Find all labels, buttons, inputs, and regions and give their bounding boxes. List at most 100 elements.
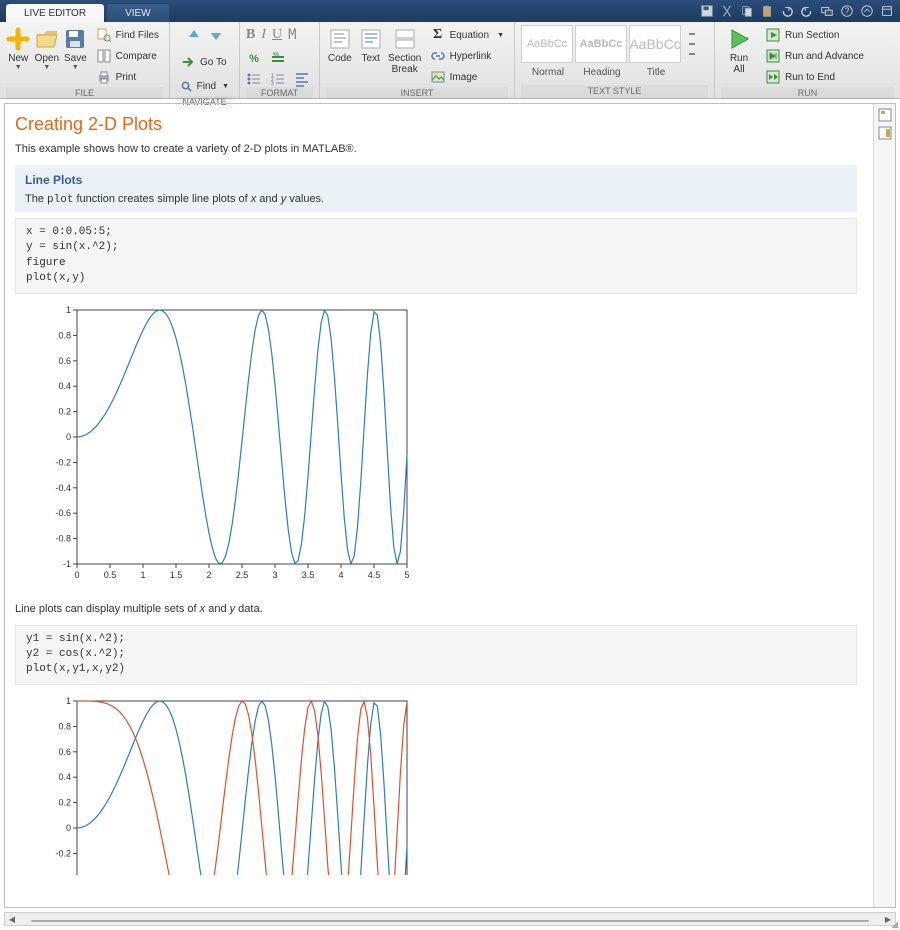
new-button[interactable]: New▼ [6, 25, 31, 71]
tab-live-editor[interactable]: LIVE EDITOR [6, 4, 104, 22]
section-divider-icon[interactable]: % [270, 51, 286, 67]
qat-undock-icon[interactable] [878, 2, 896, 20]
insert-image-button[interactable]: Image [426, 67, 508, 87]
insert-text-button[interactable]: Text [358, 25, 384, 64]
italic-icon[interactable]: I [261, 27, 266, 43]
style-gallery-more-button[interactable] [685, 25, 699, 63]
ribbon-toolbar: New▼ Open▼ Save▼ Find Files Compare Prin… [0, 22, 900, 99]
svg-text:?: ? [845, 7, 850, 16]
intro-paragraph: This example shows how to create a varie… [15, 143, 857, 155]
open-folder-icon [35, 27, 59, 51]
section-title: Line Plots [25, 173, 847, 187]
qat-copy-icon[interactable] [738, 2, 756, 20]
svg-text:0: 0 [74, 570, 79, 580]
bold-icon[interactable]: B [246, 27, 255, 43]
qat-paste-icon[interactable] [758, 2, 776, 20]
chart-1: 00.511.522.533.544.55-1-0.8-0.6-0.4-0.20… [43, 304, 857, 587]
style-label-heading: Heading [575, 67, 629, 78]
svg-text:4: 4 [338, 570, 343, 580]
svg-text:2: 2 [206, 570, 211, 580]
svg-text:%: % [273, 52, 279, 59]
style-heading-swatch[interactable]: AaBbCc [575, 25, 627, 63]
document-scroll-area[interactable]: Creating 2-D Plots This example shows ho… [5, 104, 873, 907]
goto-arrow-icon [180, 54, 196, 70]
run-section-button[interactable]: Run Section [761, 25, 868, 45]
run-play-icon [727, 27, 751, 51]
resize-grip-icon[interactable]: ◢ [891, 919, 898, 930]
output-inline-icon[interactable] [878, 108, 892, 122]
section-line-plots: Line Plots The plot function creates sim… [15, 165, 857, 212]
ribbon-group-run: Run All Run Section Run and Advance Run … [715, 22, 900, 98]
insert-hyperlink-button[interactable]: Hyperlink [426, 46, 508, 66]
ribbon-group-file: New▼ Open▼ Save▼ Find Files Compare Prin… [0, 22, 170, 98]
svg-text:2.5: 2.5 [236, 570, 249, 580]
hscroll-thumb[interactable] [31, 920, 869, 922]
ribbon-group-navigate: Go To Find ▼ NAVIGATE [170, 22, 240, 98]
hyperlink-icon [430, 48, 446, 64]
open-button[interactable]: Open▼ [35, 25, 60, 71]
style-normal-swatch[interactable]: AaBbCc [521, 25, 573, 63]
run-advance-icon [765, 48, 781, 64]
print-button[interactable]: Print [92, 67, 163, 87]
new-file-icon [6, 27, 30, 51]
qat-minimize-ribbon-icon[interactable] [858, 2, 876, 20]
svg-text:0.4: 0.4 [58, 772, 71, 782]
nav-up-icon[interactable] [186, 27, 202, 46]
ribbon-group-textstyle: AaBbCc AaBbCc AaBbCc Normal Heading Titl… [515, 22, 715, 98]
chart-2: 00.511.522.533.544.55-0.200.20.40.60.81 [43, 695, 857, 878]
section-description: The plot function creates simple line pl… [25, 193, 847, 206]
find-button[interactable]: Find ▼ [176, 76, 233, 96]
nav-down-icon[interactable] [208, 27, 224, 46]
tab-view[interactable]: VIEW [106, 3, 170, 22]
document-container: Creating 2-D Plots This example shows ho… [4, 103, 896, 908]
underline-icon[interactable]: U [272, 27, 282, 43]
monospace-icon[interactable]: M [288, 27, 296, 43]
svg-text:0.6: 0.6 [58, 355, 71, 365]
qat-redo-icon[interactable] [798, 2, 816, 20]
run-all-button[interactable]: Run All [721, 25, 757, 75]
compare-button[interactable]: Compare [92, 46, 163, 66]
quick-access-toolbar: ? [698, 2, 896, 20]
code-block-1[interactable]: x = 0:0.05:5; y = sin(x.^2); figure plot… [15, 218, 857, 294]
image-icon [430, 69, 446, 85]
svg-text:0.2: 0.2 [58, 406, 71, 416]
percent-icon[interactable]: % [246, 51, 262, 67]
group-label-insert: INSERT [326, 87, 508, 100]
align-icon[interactable] [294, 71, 310, 87]
insert-code-button[interactable]: Code [326, 25, 354, 64]
qat-switch-windows-icon[interactable] [818, 2, 836, 20]
svg-text:0.4: 0.4 [58, 381, 71, 391]
svg-text:5: 5 [404, 570, 409, 580]
svg-text:0.5: 0.5 [104, 570, 117, 580]
qat-help-icon[interactable]: ? [838, 2, 856, 20]
code-block-2[interactable]: y1 = sin(x.^2); y2 = cos(x.^2); plot(x,y… [15, 625, 857, 685]
svg-text:0.2: 0.2 [58, 797, 71, 807]
insert-equation-button[interactable]: ΣEquation ▼ [426, 25, 508, 45]
page-title: Creating 2-D Plots [15, 114, 857, 135]
save-button[interactable]: Save▼ [63, 25, 88, 71]
style-title-swatch[interactable]: AaBbCc [629, 25, 681, 63]
output-right-icon[interactable] [878, 126, 892, 140]
goto-button[interactable]: Go To [176, 52, 233, 72]
group-label-run: RUN [721, 87, 894, 100]
qat-save-icon[interactable] [698, 2, 716, 20]
run-section-icon [765, 27, 781, 43]
group-label-textstyle: TEXT STYLE [521, 85, 708, 98]
svg-text:0: 0 [66, 823, 71, 833]
run-to-end-icon [765, 69, 781, 85]
svg-text:0: 0 [66, 432, 71, 442]
svg-text:-0.8: -0.8 [55, 533, 71, 543]
horizontal-scrollbar[interactable]: ◀ ▶ [4, 912, 896, 926]
hscroll-left-arrow[interactable]: ◀ [5, 915, 19, 924]
qat-undo-icon[interactable] [778, 2, 796, 20]
find-files-button[interactable]: Find Files [92, 25, 163, 45]
bullet-list-icon[interactable] [246, 71, 262, 87]
qat-cut-icon[interactable] [718, 2, 736, 20]
insert-section-break-button[interactable]: Section Break [388, 25, 422, 75]
svg-text:1.5: 1.5 [170, 570, 183, 580]
numbered-list-icon[interactable]: 123 [270, 71, 286, 87]
run-and-advance-button[interactable]: Run and Advance [761, 46, 868, 66]
run-to-end-button[interactable]: Run to End [761, 67, 868, 87]
svg-text:4.5: 4.5 [368, 570, 381, 580]
svg-text:-0.2: -0.2 [55, 848, 71, 858]
